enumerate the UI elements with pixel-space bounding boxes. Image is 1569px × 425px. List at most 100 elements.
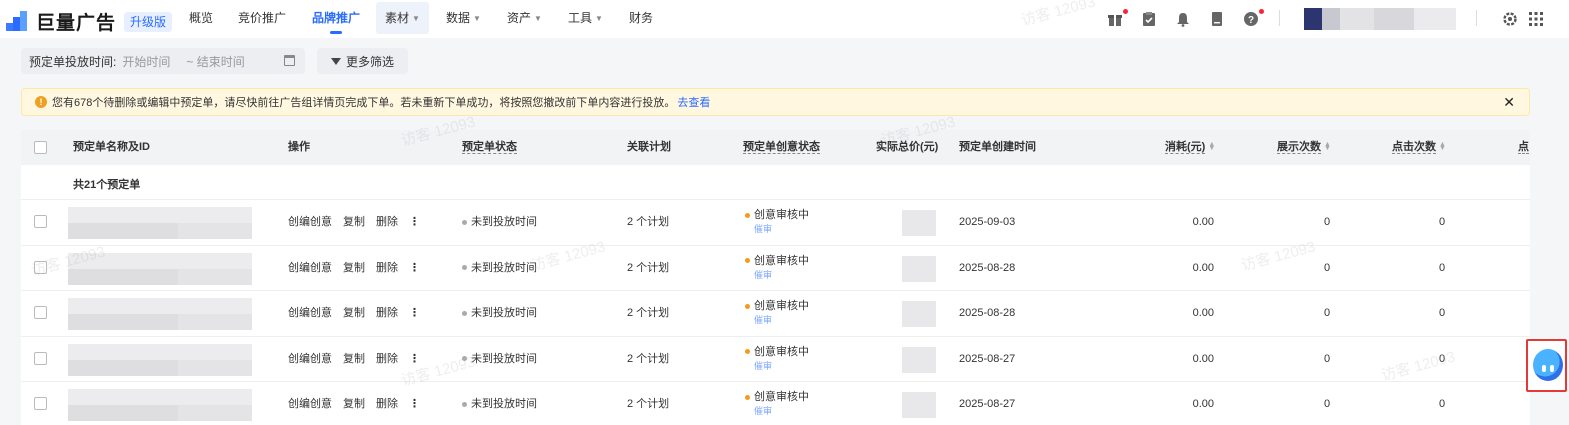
- col-created-time: 预定单创建时间: [959, 141, 1036, 153]
- sort-icon[interactable]: ▲ ▼: [1439, 141, 1446, 152]
- nav-assets[interactable]: 资产 ▼: [507, 0, 542, 38]
- select-all-checkbox[interactable]: [34, 141, 47, 154]
- delete-link[interactable]: 删除: [376, 307, 398, 319]
- create-creative-link[interactable]: 创编创意: [288, 307, 332, 319]
- table-row[interactable]: 创编创意 复制 删除 ⋮ 未到投放时间 2 个计划 创意审核中 催审 2025-08-27 0.0…: [21, 335, 1530, 382]
- linked-plans[interactable]: 2 个计划: [627, 291, 669, 336]
- created-date: 2025-08-28: [959, 261, 1016, 274]
- col-creative-status[interactable]: 预定单创意状态: [743, 130, 820, 165]
- close-icon[interactable]: ✕: [1503, 94, 1515, 111]
- status-dot: [745, 258, 750, 264]
- create-creative-link[interactable]: 创编创意: [288, 216, 332, 228]
- more-icon[interactable]: ⋮: [409, 398, 420, 410]
- chevron-down-icon: ▼: [473, 14, 481, 23]
- urge-review-link[interactable]: 催审: [754, 315, 772, 325]
- upgrade-badge[interactable]: 升级版: [124, 11, 173, 32]
- nav-data[interactable]: 数据 ▼: [446, 0, 481, 38]
- assistant-avatar-icon: [1533, 349, 1563, 381]
- delete-link[interactable]: 删除: [376, 353, 398, 365]
- end-date-input[interactable]: ~ 结束时间: [186, 53, 244, 70]
- more-icon[interactable]: ⋮: [409, 216, 420, 228]
- status-dot: [462, 401, 467, 407]
- linked-plans[interactable]: 2 个计划: [627, 382, 669, 425]
- order-status: 未到投放时间: [462, 382, 537, 425]
- urge-review-link[interactable]: 催审: [754, 406, 772, 416]
- col-impressions[interactable]: 展示次数 ▲ ▼: [1277, 130, 1331, 165]
- delete-link[interactable]: 删除: [376, 398, 398, 410]
- table-row[interactable]: 创编创意 复制 删除 ⋮ 未到投放时间 2 个计划 创意审核中 催审 2025-08-27 0.0…: [21, 381, 1530, 425]
- book-icon[interactable]: [1209, 11, 1225, 27]
- more-icon[interactable]: ⋮: [409, 353, 420, 365]
- clicks-value: 0: [1438, 307, 1446, 319]
- cost-value: 0.00: [1192, 261, 1214, 274]
- col-status[interactable]: 预定单状态: [462, 130, 517, 165]
- clipboard-icon[interactable]: [1141, 11, 1157, 27]
- copy-link[interactable]: 复制: [343, 307, 365, 319]
- table-row[interactable]: 创编创意 复制 删除 ⋮ 未到投放时间 2 个计划 创意审核中 催审 2025-08-28 0.0…: [21, 244, 1530, 291]
- active-indicator: [330, 31, 342, 34]
- sort-icon[interactable]: ▲ ▼: [1324, 141, 1331, 152]
- apps-icon[interactable]: [1528, 11, 1544, 27]
- more-icon[interactable]: ⋮: [409, 307, 420, 319]
- copy-link[interactable]: 复制: [343, 353, 365, 365]
- impressions-value: 0: [1323, 216, 1331, 228]
- help-icon[interactable]: ?: [1243, 11, 1259, 27]
- row-checkbox[interactable]: [34, 215, 47, 228]
- row-checkbox[interactable]: [34, 306, 47, 319]
- nav-finance[interactable]: 财务: [629, 0, 653, 38]
- creative-status: 创意审核中 催审: [745, 254, 809, 282]
- clicks-value: 0: [1438, 216, 1446, 228]
- status-dot: [745, 349, 750, 355]
- col-clicks[interactable]: 点击次数 ▲ ▼: [1392, 130, 1446, 165]
- delete-link[interactable]: 删除: [376, 262, 398, 274]
- col-cost[interactable]: 消耗(元) ▲ ▼: [1165, 130, 1215, 165]
- impressions-value: 0: [1323, 398, 1331, 410]
- table-row[interactable]: 创编创意 复制 删除 ⋮ 未到投放时间 2 个计划 创意审核中 催审 2025-08-28 0.0…: [21, 290, 1530, 335]
- more-filters-button[interactable]: 更多筛选: [317, 48, 408, 74]
- gift-icon[interactable]: [1107, 11, 1123, 27]
- nav-materials[interactable]: 素材 ▼: [376, 2, 429, 34]
- linked-plans[interactable]: 2 个计划: [627, 337, 669, 382]
- col-actions: 操作: [288, 141, 310, 153]
- sort-icon[interactable]: ▲ ▼: [1208, 141, 1215, 152]
- copy-link[interactable]: 复制: [343, 262, 365, 274]
- nav-tools[interactable]: 工具 ▼: [568, 0, 603, 38]
- create-creative-link[interactable]: 创编创意: [288, 353, 332, 365]
- create-creative-link[interactable]: 创编创意: [288, 398, 332, 410]
- nav-overview[interactable]: 概览: [189, 0, 213, 38]
- date-range-filter[interactable]: 预定单投放时间: 开始时间 ~ 结束时间: [21, 48, 305, 74]
- urge-review-link[interactable]: 催审: [754, 270, 772, 280]
- col-name-id: 预定单名称及ID: [73, 141, 150, 153]
- linked-plans[interactable]: 2 个计划: [627, 246, 669, 291]
- total-price-redacted: [902, 346, 936, 373]
- urge-review-link[interactable]: 催审: [754, 224, 772, 234]
- more-icon[interactable]: ⋮: [409, 262, 420, 274]
- row-checkbox[interactable]: [34, 260, 47, 274]
- row-checkbox[interactable]: [34, 397, 47, 410]
- row-checkbox[interactable]: [34, 351, 47, 365]
- bell-icon[interactable]: [1175, 11, 1191, 27]
- notice-text: 您有678个待删除或编辑中预定单，请尽快前往广告组详情页完成下单。若未重新下单成…: [52, 97, 676, 109]
- clicks-value: 0: [1438, 398, 1446, 410]
- warning-icon: !: [35, 96, 47, 108]
- copy-link[interactable]: 复制: [343, 398, 365, 410]
- assistant-button[interactable]: [1526, 339, 1567, 392]
- brand-logo-icon: [6, 10, 32, 33]
- creative-status: 创意审核中 催审: [745, 345, 809, 373]
- urge-review-link[interactable]: 催审: [754, 361, 772, 371]
- nav-bidding[interactable]: 竞价推广: [238, 0, 286, 38]
- nav-brand[interactable]: 品牌推广: [312, 0, 360, 38]
- start-date-input[interactable]: 开始时间: [122, 53, 170, 70]
- copy-link[interactable]: 复制: [343, 216, 365, 228]
- total-price-redacted: [902, 301, 936, 327]
- create-creative-link[interactable]: 创编创意: [288, 262, 332, 274]
- settings-icon[interactable]: [1502, 11, 1518, 27]
- col-total-price: 实际总价(元): [876, 141, 939, 153]
- user-account[interactable]: [1304, 8, 1456, 30]
- notice-view-link[interactable]: 去查看: [677, 94, 710, 110]
- table-row[interactable]: 创编创意 复制 删除 ⋮ 未到投放时间 2 个计划 创意审核中 催审 2025-09-03 0.0…: [21, 199, 1530, 244]
- delete-link[interactable]: 删除: [376, 216, 398, 228]
- linked-plans[interactable]: 2 个计划: [627, 200, 669, 245]
- col-truncated: 点: [1518, 141, 1529, 154]
- brand-logo[interactable]: 巨量广告 升级版: [6, 8, 173, 35]
